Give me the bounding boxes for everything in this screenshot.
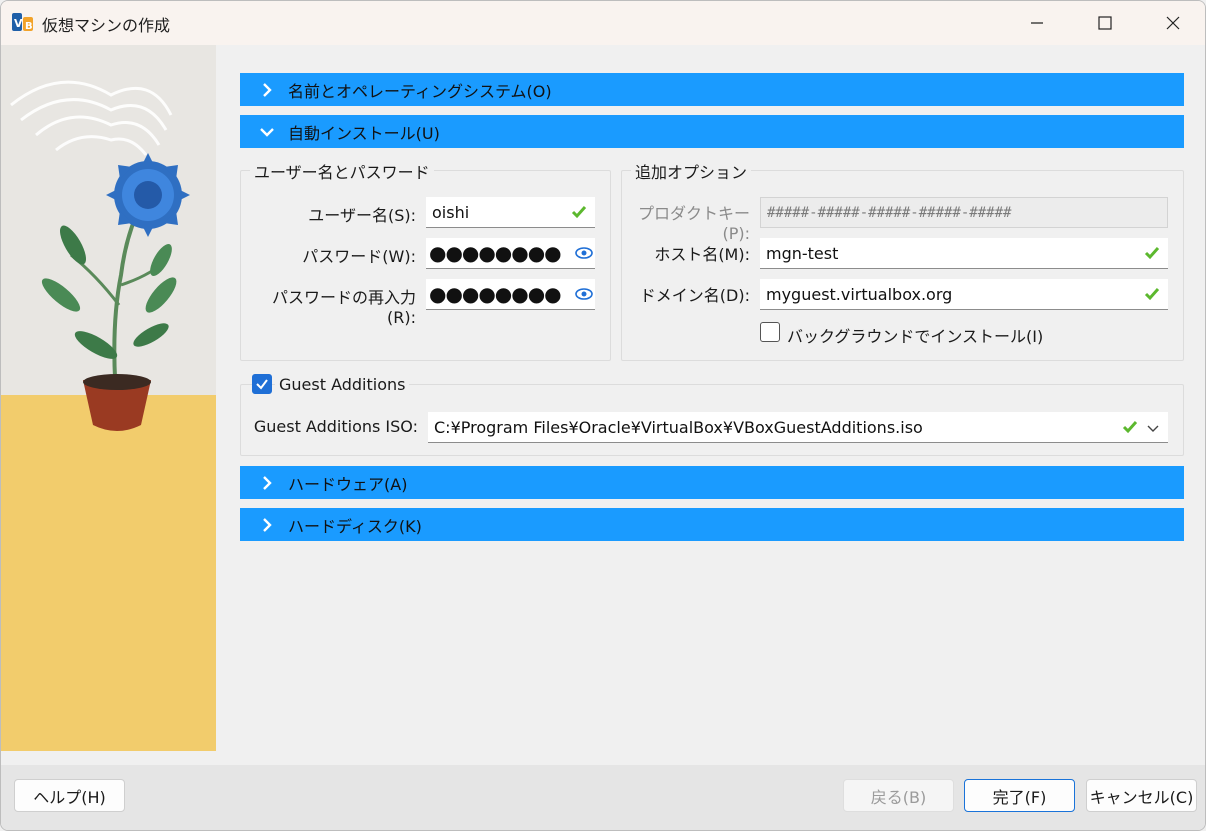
help-button[interactable]: ヘルプ(H) bbox=[14, 779, 125, 812]
password-repeat-field[interactable]: ●●●●●●●● bbox=[426, 279, 595, 310]
section-unattended-install[interactable]: 自動インストール(U) bbox=[240, 115, 1184, 148]
back-button[interactable]: 戻る(B) bbox=[843, 779, 954, 812]
svg-text:V: V bbox=[14, 17, 23, 30]
window-title: 仮想マシンの作成 bbox=[42, 16, 171, 35]
additional-options-group-title: 追加オプション bbox=[631, 159, 752, 183]
chevron-right-icon bbox=[263, 82, 272, 97]
guest-additions-iso-combo[interactable]: C:¥Program Files¥Oracle¥VirtualBox¥VBoxG… bbox=[428, 412, 1168, 443]
minimize-icon bbox=[1031, 22, 1043, 24]
hostname-value: mgn-test bbox=[766, 243, 839, 263]
chevron-right-icon bbox=[263, 517, 272, 532]
guest-additions-iso-label: Guest Additions ISO: bbox=[253, 417, 418, 436]
password-field[interactable]: ●●●●●●●● bbox=[426, 238, 595, 269]
close-icon bbox=[1166, 16, 1180, 30]
password-repeat-value: ●●●●●●●● bbox=[429, 282, 562, 306]
product-key-field[interactable]: #####-#####-#####-#####-##### bbox=[760, 197, 1168, 228]
chevron-right-icon bbox=[263, 475, 272, 490]
guest-additions-iso-value: C:¥Program Files¥Oracle¥VirtualBox¥VBoxG… bbox=[434, 417, 923, 437]
flower-pot-illustration bbox=[1, 45, 216, 751]
maximize-button[interactable] bbox=[1070, 1, 1140, 45]
valid-check-icon bbox=[1144, 288, 1160, 301]
button-bar: ヘルプ(H) 戻る(B) 完了(F) キャンセル(C) bbox=[1, 765, 1205, 830]
section-hardware[interactable]: ハードウェア(A) bbox=[240, 466, 1184, 499]
username-value: oishi bbox=[432, 202, 470, 222]
section-label: 自動インストール(U) bbox=[288, 123, 440, 143]
chevron-down-icon[interactable] bbox=[1146, 421, 1160, 435]
checkmark-icon bbox=[256, 379, 268, 390]
create-vm-dialog: V B 仮想マシンの作成 名前とオペレーティングシステム(O) 自動インストール… bbox=[0, 0, 1206, 831]
password-label: パスワード(W): bbox=[302, 247, 416, 266]
side-illustration bbox=[1, 45, 216, 751]
title-bar: V B 仮想マシンの作成 bbox=[1, 1, 1205, 45]
valid-check-icon bbox=[1144, 247, 1160, 260]
section-name-and-os[interactable]: 名前とオペレーティングシステム(O) bbox=[240, 73, 1184, 106]
guest-additions-checkbox[interactable] bbox=[252, 374, 272, 394]
finish-button[interactable]: 完了(F) bbox=[964, 779, 1075, 812]
username-field[interactable]: oishi bbox=[426, 197, 595, 228]
user-password-group-title: ユーザー名とパスワード bbox=[250, 159, 434, 183]
domain-field[interactable]: myguest.virtualbox.org bbox=[760, 279, 1168, 310]
virtualbox-app-icon: V B bbox=[12, 13, 33, 32]
minimize-button[interactable] bbox=[1002, 1, 1072, 45]
cancel-button[interactable]: キャンセル(C) bbox=[1086, 779, 1197, 812]
section-label: ハードウェア(A) bbox=[288, 474, 408, 494]
chevron-down-icon bbox=[260, 127, 274, 137]
maximize-icon bbox=[1098, 16, 1112, 30]
hostname-field[interactable]: mgn-test bbox=[760, 238, 1168, 269]
background-install-label[interactable]: バックグラウンドでインストール(I) bbox=[787, 323, 1043, 347]
valid-check-icon bbox=[571, 206, 587, 219]
product-key-placeholder: #####-#####-#####-#####-##### bbox=[767, 204, 1012, 221]
section-label: ハードディスク(K) bbox=[288, 516, 422, 536]
password-value: ●●●●●●●● bbox=[429, 241, 562, 265]
product-key-label: プロダクトキー(P): bbox=[637, 204, 750, 243]
domain-label: ドメイン名(D): bbox=[639, 286, 750, 305]
show-password-eye-icon[interactable] bbox=[575, 286, 593, 302]
background-install-checkbox[interactable] bbox=[760, 322, 780, 342]
show-password-eye-icon[interactable] bbox=[575, 245, 593, 261]
domain-value: myguest.virtualbox.org bbox=[766, 284, 953, 304]
close-button[interactable] bbox=[1138, 1, 1205, 45]
username-label: ユーザー名(S): bbox=[308, 206, 416, 225]
valid-check-icon bbox=[1122, 421, 1138, 434]
section-hard-disk[interactable]: ハードディスク(K) bbox=[240, 508, 1184, 541]
password-repeat-label: パスワードの再入力(R): bbox=[271, 288, 416, 327]
guest-additions-label[interactable]: Guest Additions bbox=[275, 375, 410, 394]
svg-text:B: B bbox=[25, 21, 33, 32]
section-label: 名前とオペレーティングシステム(O) bbox=[288, 81, 552, 101]
hostname-label: ホスト名(M): bbox=[654, 245, 750, 264]
